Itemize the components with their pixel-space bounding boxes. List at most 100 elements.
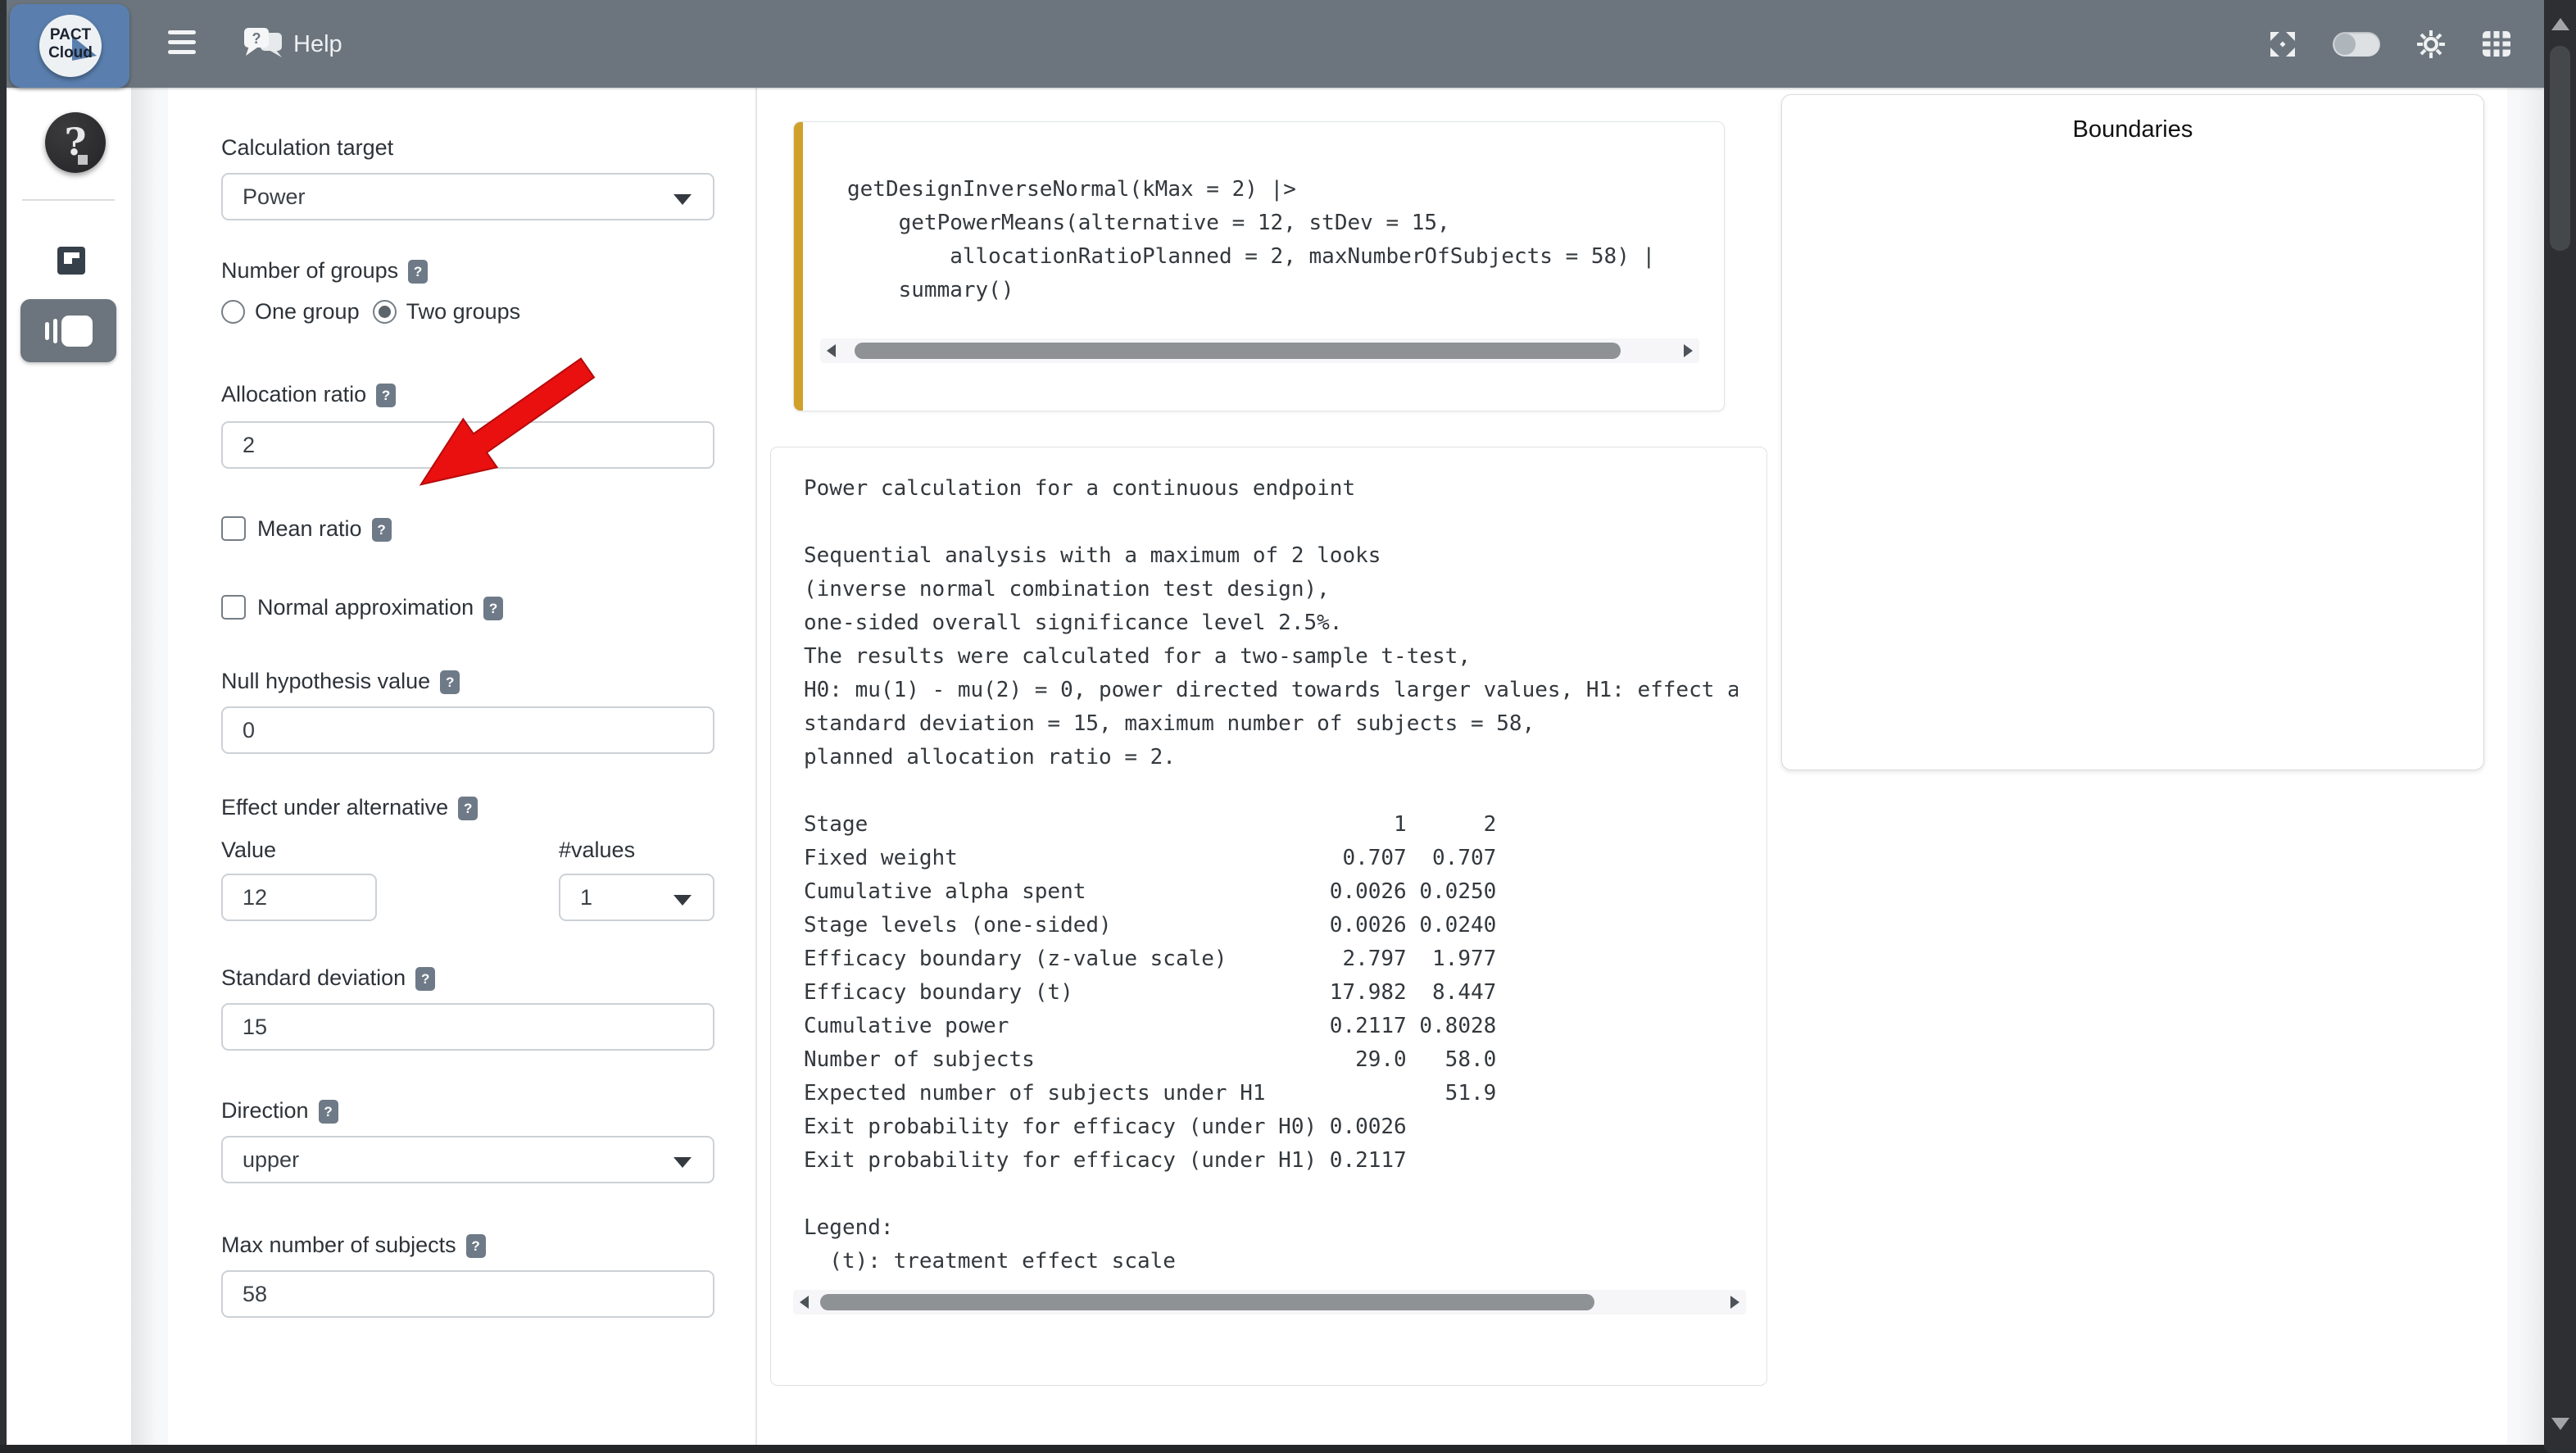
null-hypothesis-field: [221, 706, 714, 754]
logo-text-line2: Cloud: [39, 44, 102, 62]
left-sidebar: ?: [7, 88, 131, 1445]
standard-deviation-label: Standard deviation?: [221, 964, 714, 992]
help-badge-icon[interactable]: ?: [440, 670, 460, 694]
direction-select[interactable]: upper: [221, 1136, 714, 1183]
results-panel: getDesignInverseNormal(kMax = 2) |> getP…: [757, 88, 1770, 1445]
theme-toggle[interactable]: [2333, 32, 2380, 57]
pact-cloud-logo[interactable]: PACT Cloud: [10, 4, 129, 88]
chevron-down-icon: [673, 194, 692, 205]
fullscreen-expand-icon[interactable]: [2269, 30, 2297, 58]
summary-output-card: Power calculation for a continuous endpo…: [770, 447, 1767, 1386]
max-subjects-label: Max number of subjects?: [221, 1231, 714, 1259]
form-scroll-gutter[interactable]: [131, 88, 168, 1445]
output-scroll-thumb[interactable]: [820, 1294, 1594, 1310]
output-horizontal-scrollbar[interactable]: [793, 1290, 1746, 1315]
scroll-down-icon[interactable]: [2551, 1418, 2569, 1430]
design-form-panel: Calculation target Power Number of group…: [168, 88, 755, 1445]
normal-approximation-checkbox[interactable]: [221, 595, 246, 620]
help-badge-icon[interactable]: ?: [408, 260, 428, 284]
max-subjects-field: [221, 1270, 714, 1318]
number-of-groups-label: Number of groups?: [221, 257, 714, 284]
topbar-actions: [2269, 0, 2511, 88]
top-bar: PACT Cloud ? Help: [7, 0, 2544, 88]
help-badge-icon[interactable]: ?: [483, 597, 503, 620]
page-scroll-gutter[interactable]: [2507, 88, 2544, 1445]
effect-value-label: Value: [221, 836, 276, 864]
standard-deviation-field: [221, 1003, 714, 1051]
radio-two-groups[interactable]: [373, 300, 397, 324]
summary-output-text: Power calculation for a continuous endpo…: [804, 472, 1738, 1278]
flipboard-icon[interactable]: [57, 247, 85, 275]
app-root: PACT Cloud ? Help: [0, 0, 2576, 1453]
effect-num-values-label: #values: [559, 836, 714, 864]
help-label: Help: [293, 31, 342, 58]
allocation-ratio-label: Allocation ratio?: [221, 380, 714, 408]
help-badge-icon[interactable]: ?: [458, 797, 478, 820]
journal-icon: [45, 322, 49, 340]
window-frame-left: [0, 0, 7, 1453]
user-avatar[interactable]: ?: [45, 112, 106, 173]
normal-approximation-row: Normal approximation?: [221, 593, 714, 621]
svg-text:?: ?: [252, 30, 261, 47]
mean-ratio-label: Mean ratio?: [257, 515, 392, 543]
help-button[interactable]: ? Help: [243, 21, 342, 67]
scroll-left-icon[interactable]: [800, 1296, 809, 1309]
effect-under-alternative-label: Effect under alternative?: [221, 793, 714, 821]
allocation-ratio-input[interactable]: [243, 433, 693, 458]
boundaries-chart-card: Boundaries: [1781, 94, 2484, 770]
chevron-down-icon: [673, 895, 692, 906]
scroll-right-icon[interactable]: [1684, 344, 1693, 357]
code-horizontal-scrollbar[interactable]: [820, 338, 1699, 363]
code-accent-bar: [794, 122, 803, 411]
effect-value-input[interactable]: [243, 885, 356, 910]
help-chat-bubbles-icon: ?: [243, 26, 285, 62]
mean-ratio-checkbox[interactable]: [221, 516, 246, 541]
help-badge-icon[interactable]: ?: [415, 967, 435, 991]
calculation-target-select[interactable]: Power: [221, 173, 714, 220]
chart-area: Boundaries: [1770, 88, 2507, 1445]
radio-one-group[interactable]: [221, 300, 245, 324]
calculation-target-label: Calculation target: [221, 134, 714, 161]
browser-vertical-scrollbar[interactable]: [2544, 0, 2576, 1453]
sidebar-item-journal[interactable]: [20, 299, 116, 362]
help-badge-icon[interactable]: ?: [372, 518, 392, 542]
radio-one-group-label: One group: [255, 299, 360, 325]
effect-value-field: [221, 874, 377, 921]
help-badge-icon[interactable]: ?: [319, 1100, 338, 1124]
r-code-card: getDesignInverseNormal(kMax = 2) |> getP…: [793, 121, 1725, 411]
toggle-knob: [2334, 34, 2356, 55]
r-code-block: getDesignInverseNormal(kMax = 2) |> getP…: [847, 173, 1655, 307]
scroll-left-icon[interactable]: [827, 344, 836, 357]
direction-value: upper: [243, 1147, 299, 1173]
scroll-right-icon[interactable]: [1730, 1296, 1739, 1309]
normal-approximation-label: Normal approximation?: [257, 593, 503, 621]
code-scroll-thumb[interactable]: [855, 343, 1621, 359]
brightness-sun-icon[interactable]: [2416, 30, 2446, 59]
calculation-target-value: Power: [243, 184, 306, 210]
help-badge-icon[interactable]: ?: [376, 384, 396, 407]
window-frame-bottom: [0, 1445, 2576, 1453]
apps-grid-icon[interactable]: [2482, 30, 2511, 57]
radio-two-groups-label: Two groups: [406, 299, 521, 325]
null-hypothesis-input[interactable]: [243, 718, 693, 743]
standard-deviation-input[interactable]: [243, 1015, 693, 1040]
scroll-up-icon[interactable]: [2551, 18, 2569, 30]
logo-badge: PACT Cloud: [39, 15, 102, 77]
effect-num-values-select[interactable]: 1: [559, 874, 714, 921]
max-subjects-input[interactable]: [243, 1282, 693, 1307]
menu-hamburger-icon[interactable]: [168, 30, 196, 57]
direction-label: Direction?: [221, 1097, 714, 1124]
summary-output-clip: Power calculation for a continuous endpo…: [804, 472, 1738, 1283]
logo-text-line1: PACT: [39, 26, 102, 44]
boundaries-chart: [1782, 95, 2485, 771]
null-hypothesis-label: Null hypothesis value?: [221, 667, 714, 695]
help-badge-icon[interactable]: ?: [466, 1234, 486, 1258]
avatar-qr-detail: [78, 155, 88, 165]
allocation-ratio-field: [221, 421, 714, 469]
mean-ratio-row: Mean ratio?: [221, 515, 714, 543]
effect-num-values-value: 1: [580, 885, 592, 910]
vertical-scroll-thumb[interactable]: [2550, 46, 2570, 251]
number-of-groups-radios: One group Two groups: [221, 299, 714, 325]
sidebar-divider: [22, 199, 115, 201]
chevron-down-icon: [673, 1157, 692, 1168]
